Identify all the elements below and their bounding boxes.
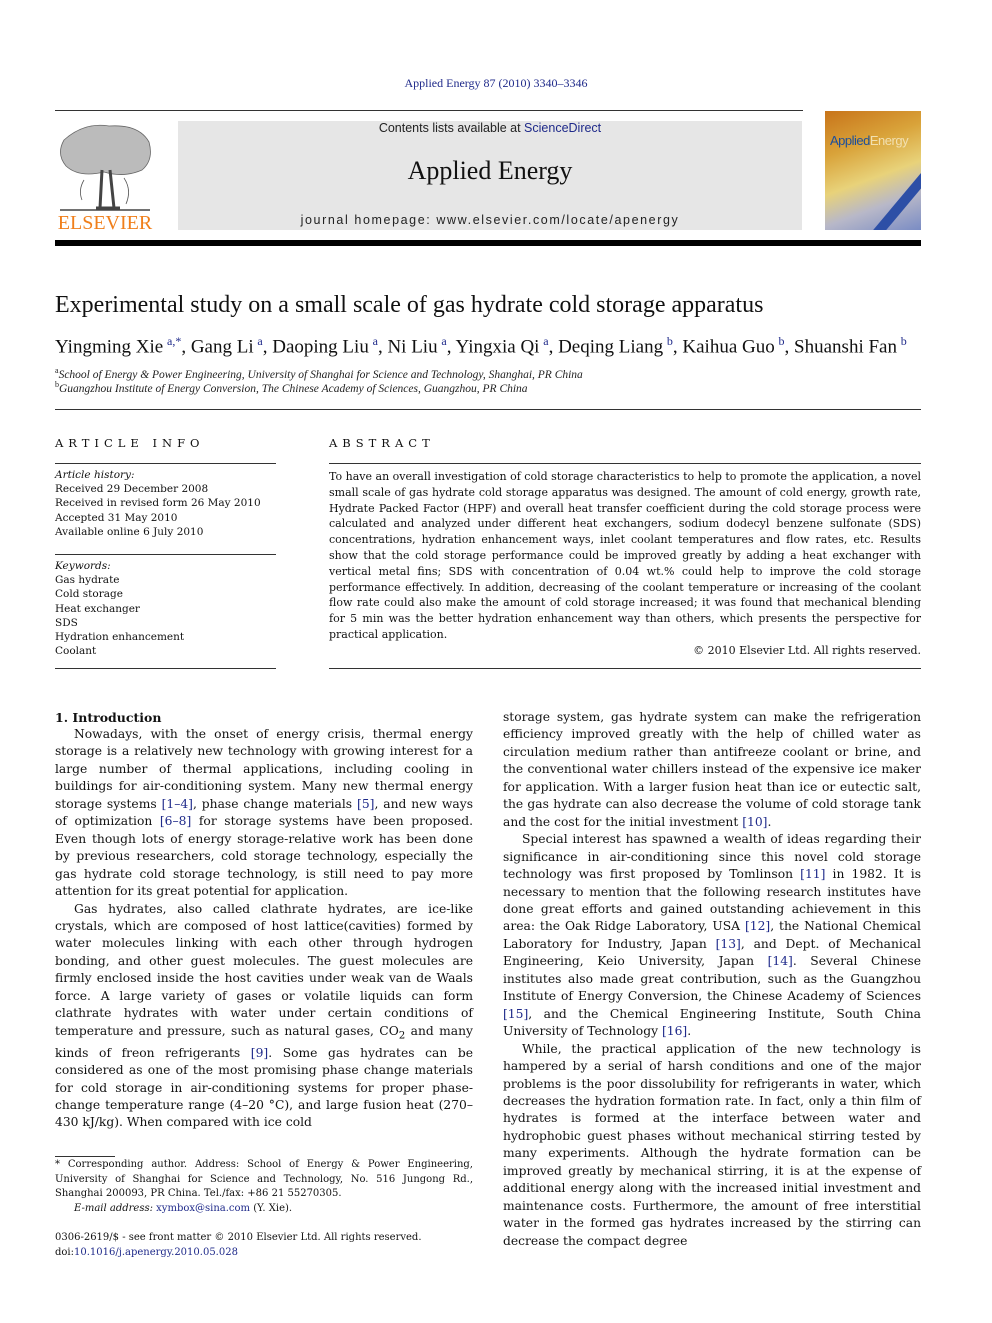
author-list: Yingming Xie a,*, Gang Li a, Daoping Liu… [55, 334, 907, 358]
article-title: Experimental study on a small scale of g… [55, 292, 764, 318]
paragraph: Nowadays, with the onset of energy crisi… [55, 727, 474, 899]
citation-link[interactable]: [11] [800, 867, 825, 881]
front-matter: 0306-2619/$ - see front matter © 2010 El… [55, 1231, 422, 1260]
citation-link[interactable]: [13] [716, 937, 741, 951]
keyword: Coolant [55, 645, 97, 658]
keyword: Gas hydrate [55, 574, 120, 587]
keyword: Heat exchanger [55, 602, 140, 615]
citation-link[interactable]: [9] [251, 1046, 268, 1060]
affiliation-mark[interactable]: b [667, 334, 673, 348]
doi-link[interactable]: 10.1016/j.apenergy.2010.05.028 [74, 1247, 238, 1258]
affiliation-mark[interactable]: a [257, 334, 262, 348]
article-history: Article history: Received 29 December 20… [55, 468, 261, 539]
divider [329, 463, 921, 464]
author-name[interactable]: Yingxia Qi [456, 336, 544, 357]
divider [55, 554, 276, 555]
cover-title: AppliedEnergy [830, 133, 909, 148]
keywords-label: Keywords: [55, 560, 111, 572]
history-item: Received 29 December 2008 [55, 483, 209, 496]
sciencedirect-link[interactable]: ScienceDirect [524, 121, 601, 135]
affiliation-mark[interactable]: a [441, 334, 446, 348]
citation-link[interactable]: [12] [745, 919, 770, 933]
contents-line: Contents lists available at ScienceDirec… [178, 121, 802, 135]
abstract-body: To have an overall investigation of cold… [329, 469, 921, 659]
affiliation-mark[interactable]: b [779, 334, 785, 348]
author-name[interactable]: Yingming Xie [55, 336, 167, 357]
footnote-rule [55, 1156, 115, 1157]
affiliation-mark[interactable]: a,* [167, 334, 181, 348]
history-item: Accepted 31 May 2010 [55, 511, 178, 524]
abstract-heading: ABSTRACT [329, 436, 435, 450]
email-link[interactable]: xymbox@sina.com [156, 1203, 250, 1214]
author-name[interactable]: Ni Liu [387, 336, 441, 357]
article-info-heading: ARTICLE INFO [55, 436, 205, 450]
journal-name: Applied Energy [407, 156, 573, 185]
affiliation-b: bGuangzhou Institute of Energy Conversio… [55, 380, 528, 395]
author-name[interactable]: Deqing Liang [558, 336, 667, 357]
citation-link[interactable]: [10] [742, 815, 767, 829]
paragraph: Special interest has spawned a wealth of… [503, 832, 922, 1039]
issn-line: 0306-2619/$ - see front matter © 2010 El… [55, 1232, 422, 1243]
divider [55, 463, 276, 464]
affiliation-mark[interactable]: a [543, 334, 548, 348]
affiliation-a: aSchool of Energy & Power Engineering, U… [55, 366, 583, 381]
header-rule [55, 409, 921, 410]
divider [329, 668, 921, 669]
doi-line: doi:10.1016/j.apenergy.2010.05.028 [55, 1246, 238, 1258]
history-item: Received in revised form 26 May 2010 [55, 497, 261, 510]
author-name[interactable]: Gang Li [191, 336, 258, 357]
keyword: SDS [55, 616, 78, 629]
history-item: Available online 6 July 2010 [55, 525, 204, 538]
journal-homepage-link[interactable]: journal homepage: www.elsevier.com/locat… [178, 213, 802, 227]
keywords: Keywords: Gas hydrate Cold storage Heat … [55, 559, 184, 658]
corresponding-author-footnote: * Corresponding author. Address: School … [55, 1158, 473, 1216]
top-rule [55, 110, 803, 111]
elsevier-wordmark: ELSEVIER [57, 212, 153, 234]
author-name[interactable]: Kaihua Guo [682, 336, 778, 357]
author-name[interactable]: Shuanshi Fan [794, 336, 901, 357]
section-heading-introduction: 1. Introduction [55, 710, 162, 725]
citation-link[interactable]: [16] [662, 1024, 687, 1038]
paragraph: Gas hydrates, also called clathrate hydr… [55, 901, 474, 1130]
citation-link[interactable]: [1–4] [162, 797, 193, 811]
abstract-text: To have an overall investigation of cold… [329, 470, 921, 641]
journal-cover-image: AppliedEnergy [825, 111, 921, 230]
citation-link[interactable]: [14] [768, 954, 793, 968]
citation-link[interactable]: [15] [503, 1007, 528, 1021]
contents-prefix: Contents lists available at [378, 121, 525, 135]
author-name[interactable]: Daoping Liu [272, 336, 372, 357]
keyword: Hydration enhancement [55, 631, 185, 644]
citation-link[interactable]: [5] [357, 797, 374, 811]
body-column-left: Nowadays, with the onset of energy crisi… [55, 726, 473, 1132]
affiliation-mark[interactable]: a [373, 334, 378, 348]
body-column-right: storage system, gas hydrate system can m… [503, 709, 921, 1250]
affiliation-mark[interactable]: b [901, 334, 907, 348]
history-label: Article history: [55, 469, 135, 481]
citation-link[interactable]: [6–8] [160, 814, 191, 828]
keyword: Cold storage [55, 588, 123, 601]
abstract-copyright: © 2010 Elsevier Ltd. All rights reserved… [693, 643, 921, 657]
corresponding-author-note: * Corresponding author. Address: School … [55, 1159, 473, 1199]
journal-citation-link[interactable]: Applied Energy 87 (2010) 3340–3346 [0, 76, 992, 91]
paragraph: storage system, gas hydrate system can m… [503, 710, 921, 829]
divider [55, 668, 276, 669]
masthead-thick-rule [55, 240, 921, 246]
subscript: 2 [398, 1029, 406, 1042]
paragraph: While, the practical application of the … [503, 1041, 921, 1248]
email-line: E-mail address: xymbox@sina.com (Y. Xie)… [74, 1202, 293, 1214]
cover-band [869, 173, 921, 230]
